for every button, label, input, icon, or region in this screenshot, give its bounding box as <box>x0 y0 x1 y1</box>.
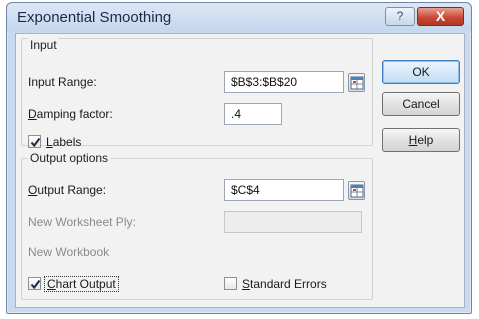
labels-checkbox[interactable] <box>28 135 41 148</box>
new-worksheet-ply-label: New Worksheet Ply: <box>28 215 136 229</box>
input-group: Input Input Range: $B$3:$B$20 Damping fa… <box>21 38 373 149</box>
checkmark-icon <box>30 279 41 290</box>
input-range-field[interactable]: $B$3:$B$20 <box>224 71 344 93</box>
input-group-title: Input <box>28 38 59 52</box>
close-icon: X <box>435 8 446 24</box>
range-selector-icon <box>350 76 364 90</box>
output-options-title: Output options <box>28 151 111 165</box>
range-selector-icon <box>350 184 364 198</box>
input-range-label: Input Range: <box>28 75 97 89</box>
cancel-button[interactable]: Cancel <box>382 92 460 116</box>
exponential-smoothing-dialog: Exponential Smoothing ? X Input Input Ra… <box>6 2 472 314</box>
output-range-selector-button[interactable] <box>348 181 365 200</box>
input-range-selector-button[interactable] <box>348 73 365 92</box>
dialog-title: Exponential Smoothing <box>17 9 172 26</box>
output-range-label: Output Range: <box>28 183 107 197</box>
close-button[interactable]: X <box>417 7 464 26</box>
dialog-body: Input Input Range: $B$3:$B$20 Damping fa… <box>15 33 465 308</box>
ok-button[interactable]: OK <box>382 60 460 84</box>
damping-factor-field[interactable]: .4 <box>224 103 282 125</box>
help-button[interactable]: Help <box>382 128 460 152</box>
damping-factor-label: Damping factor: <box>28 107 113 121</box>
chart-output-label[interactable]: Chart Output <box>44 276 119 292</box>
question-mark-icon: ? <box>396 9 404 23</box>
new-workbook-label: New Workbook <box>28 245 110 259</box>
title-bar[interactable]: Exponential Smoothing ? X <box>7 3 471 31</box>
title-help-button[interactable]: ? <box>385 7 415 26</box>
output-options-group: Output options Output Range: $C$4 New Wo… <box>21 151 373 300</box>
checkmark-icon <box>30 137 41 148</box>
chart-output-checkbox[interactable] <box>28 277 41 290</box>
standard-errors-checkbox[interactable] <box>224 277 237 290</box>
new-worksheet-ply-field <box>224 211 362 233</box>
labels-checkbox-label[interactable]: Labels <box>46 135 81 149</box>
standard-errors-label[interactable]: Standard Errors <box>242 277 327 291</box>
output-range-field[interactable]: $C$4 <box>224 179 344 201</box>
